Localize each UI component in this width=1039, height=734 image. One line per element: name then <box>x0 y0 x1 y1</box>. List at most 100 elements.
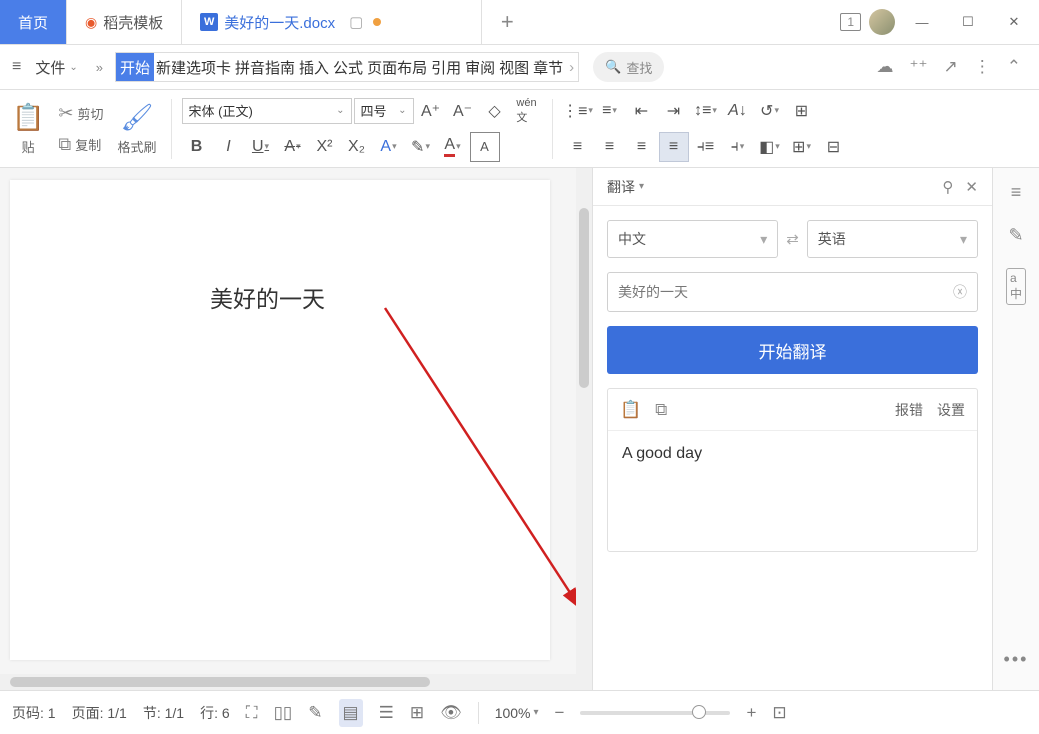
translate-input[interactable]: 美好的一天 ⓧ <box>607 272 978 312</box>
pin-icon[interactable]: ⚲ <box>942 178 953 196</box>
fit-page-icon[interactable]: ⊡ <box>772 703 786 723</box>
menu-nav-right[interactable]: › <box>565 59 578 76</box>
report-error-link[interactable]: 报错 <box>895 400 923 420</box>
pencil-rail-icon[interactable]: ✎ <box>1008 225 1023 246</box>
align-center-button[interactable]: ≡ <box>595 132 625 162</box>
distribute-button[interactable]: ⫞≡ <box>691 132 721 162</box>
panel-title[interactable]: 翻译 ▾ <box>607 177 644 197</box>
menu-tab-view[interactable]: 视图 <box>497 53 531 82</box>
vertical-scrollbar[interactable] <box>576 168 592 690</box>
copy-button[interactable]: ⧉复制 <box>54 132 107 157</box>
tab-templates[interactable]: ◉ 稻壳模板 <box>67 0 182 44</box>
web-view-icon[interactable]: ⊞ <box>410 703 424 723</box>
text-direction-button[interactable]: A↓ <box>723 96 753 126</box>
file-menu[interactable]: 文件 ⌄ <box>29 57 83 78</box>
columns-button[interactable]: ⫞▾ <box>723 132 753 162</box>
more-rail-icon[interactable]: ••• <box>1004 649 1029 670</box>
source-lang-select[interactable]: 中文▾ <box>607 220 778 258</box>
minimize-button[interactable]: — <box>903 3 941 41</box>
bold-button[interactable]: B <box>182 132 212 162</box>
window-count-badge[interactable]: 1 <box>840 13 861 31</box>
subscript-button[interactable]: X₂ <box>342 132 372 162</box>
edit-view-icon[interactable]: ✎ <box>308 703 322 723</box>
decrease-indent-button[interactable]: ⇤ <box>627 96 657 126</box>
clear-input-icon[interactable]: ⓧ <box>953 282 967 302</box>
highlight-button[interactable]: ✎▾ <box>406 132 436 162</box>
zoom-out-button[interactable]: − <box>555 703 565 723</box>
export-icon[interactable]: ↗ <box>944 57 958 77</box>
maximize-button[interactable]: ☐ <box>949 3 987 41</box>
menu-tab-insert[interactable]: 插入 <box>297 53 331 82</box>
menu-tab-new[interactable]: 新建选项卡 <box>154 53 233 82</box>
shading-button[interactable]: ◧▾ <box>755 132 785 162</box>
cut-button[interactable]: ✂剪切 <box>54 101 107 126</box>
char-border-button[interactable]: A <box>470 132 500 162</box>
status-page[interactable]: 页面: 1/1 <box>72 703 127 723</box>
search-box[interactable]: 🔍 查找 <box>593 52 664 82</box>
eye-icon[interactable]: 👁 <box>440 703 462 723</box>
align-justify-button[interactable]: ≡ <box>659 132 689 162</box>
hamburger-icon[interactable]: ≡ <box>8 58 25 76</box>
decrease-font-button[interactable]: A⁻ <box>448 96 478 126</box>
close-button[interactable]: ✕ <box>995 3 1033 41</box>
reading-view-icon[interactable]: ▯▯ <box>274 703 293 723</box>
status-page-code[interactable]: 页码: 1 <box>12 703 56 723</box>
more-button[interactable]: » <box>88 60 111 75</box>
bullet-list-button[interactable]: ⋮≡▾ <box>563 96 593 126</box>
borders-button[interactable]: ⊞▾ <box>787 132 817 162</box>
translate-rail-icon[interactable]: a中 <box>1006 268 1026 305</box>
new-tab-button[interactable]: + <box>482 0 532 44</box>
share-user-icon[interactable]: ⁺⁺ <box>910 57 928 77</box>
hamburger-rail-icon[interactable]: ≡ <box>1011 182 1022 203</box>
zoom-level[interactable]: 100% ▾ <box>495 705 539 721</box>
status-section[interactable]: 节: 1/1 <box>143 703 184 723</box>
align-right-button[interactable]: ≡ <box>627 132 657 162</box>
number-list-button[interactable]: ≡▾ <box>595 96 625 126</box>
tab-document[interactable]: W 美好的一天.docx ▢ <box>182 0 482 44</box>
strikethrough-button[interactable]: A▾ <box>278 132 308 162</box>
settings-link[interactable]: 设置 <box>937 400 965 420</box>
status-line[interactable]: 行: 6 <box>200 703 230 723</box>
paste-result-icon[interactable]: 📋 <box>620 400 641 420</box>
page-view-icon[interactable]: ▤ <box>339 699 363 727</box>
translate-button[interactable]: 开始翻译 <box>607 326 978 374</box>
cloud-icon[interactable]: ☁ <box>877 57 894 77</box>
paste-button[interactable]: 📋 贴 <box>8 100 48 158</box>
menu-tab-review[interactable]: 审阅 <box>463 53 497 82</box>
document-page[interactable]: 美好的一天 <box>10 180 550 660</box>
superscript-button[interactable]: X² <box>310 132 340 162</box>
copy-result-icon[interactable]: ⧉ <box>655 400 667 420</box>
text-effects-button[interactable]: A▾ <box>374 132 404 162</box>
align-left-button[interactable]: ≡ <box>563 132 593 162</box>
menu-tab-pinyin[interactable]: 拼音指南 <box>233 53 297 82</box>
show-marks-button[interactable]: ⊞ <box>787 96 817 126</box>
tab-home[interactable]: 首页 <box>0 0 67 44</box>
close-panel-icon[interactable]: ✕ <box>965 178 978 196</box>
increase-indent-button[interactable]: ⇥ <box>659 96 689 126</box>
line-spacing-button[interactable]: ↕≡▾ <box>691 96 721 126</box>
sort-button[interactable]: ⊟ <box>819 132 849 162</box>
font-name-select[interactable]: 宋体 (正文)⌄ <box>182 98 352 124</box>
rtl-button[interactable]: ↺▾ <box>755 96 785 126</box>
font-color-button[interactable]: A▾ <box>438 132 468 162</box>
zoom-in-button[interactable]: + <box>746 703 756 723</box>
kebab-icon[interactable]: ⋮ <box>974 57 991 77</box>
target-lang-select[interactable]: 英语▾ <box>807 220 978 258</box>
outline-view-icon[interactable]: ☰ <box>379 703 394 723</box>
menu-tab-reference[interactable]: 引用 <box>429 53 463 82</box>
avatar[interactable] <box>869 9 895 35</box>
zoom-slider[interactable] <box>580 711 730 715</box>
font-size-select[interactable]: 四号⌄ <box>354 98 414 124</box>
italic-button[interactable]: I <box>214 132 244 162</box>
collapse-ribbon-icon[interactable]: ⌃ <box>1007 57 1021 77</box>
phonetic-button[interactable]: wén文 <box>512 96 542 126</box>
underline-button[interactable]: U▾ <box>246 132 276 162</box>
horizontal-scrollbar[interactable] <box>0 674 576 690</box>
menu-tab-layout[interactable]: 页面布局 <box>365 53 429 82</box>
fullscreen-icon[interactable]: ⛶ <box>246 703 258 723</box>
increase-font-button[interactable]: A⁺ <box>416 96 446 126</box>
menu-tab-formula[interactable]: 公式 <box>331 53 365 82</box>
menu-tab-chapter[interactable]: 章节 <box>531 53 565 82</box>
swap-lang-icon[interactable]: ⇄ <box>786 230 799 248</box>
clear-format-button[interactable]: ◇ <box>480 96 510 126</box>
